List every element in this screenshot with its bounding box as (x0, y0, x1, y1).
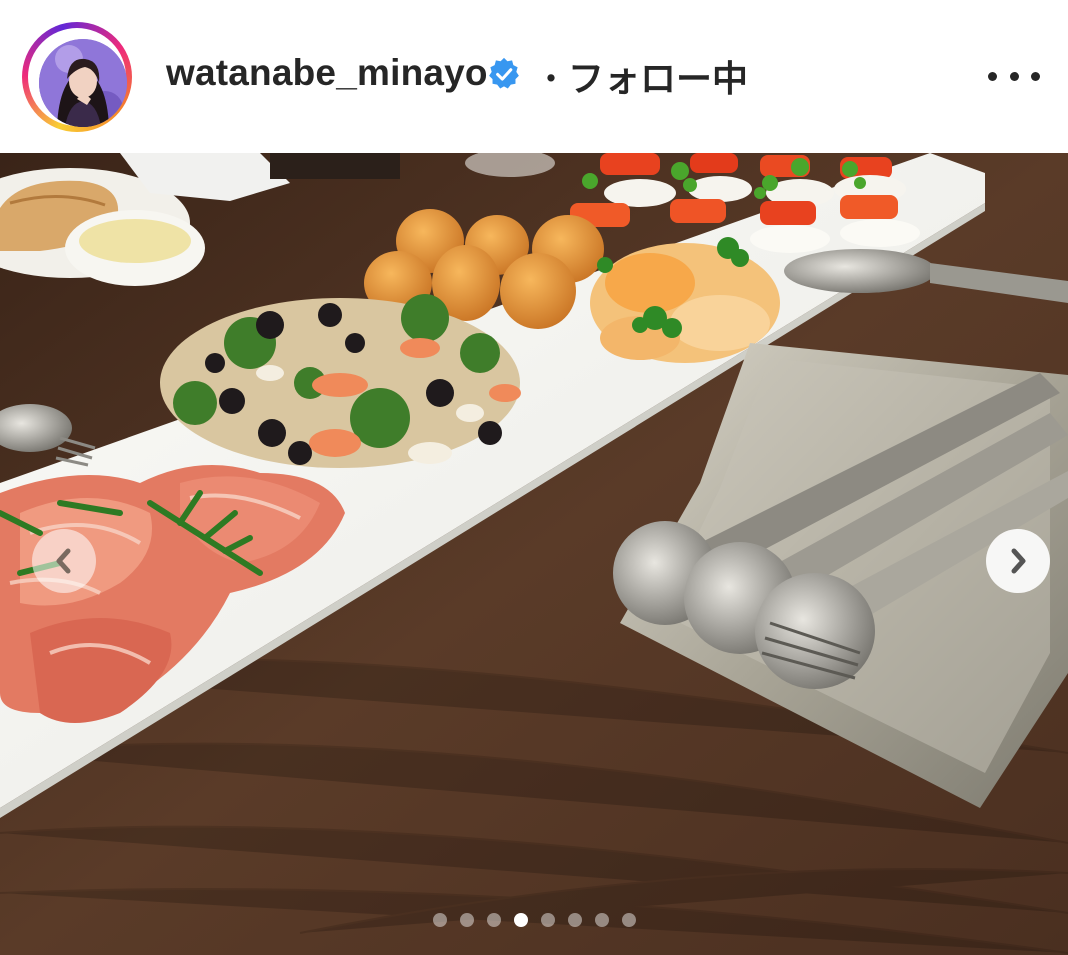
following-button[interactable]: フォロー中 (568, 50, 748, 102)
verified-badge-icon (489, 57, 519, 89)
instagram-post: watanabe_minayo ・ フォロー中 (0, 0, 1068, 955)
carousel-dot (567, 913, 582, 927)
story-ring[interactable] (22, 22, 132, 132)
carousel-dot (486, 913, 501, 927)
carousel-next-button[interactable] (986, 529, 1050, 593)
chevron-left-icon (56, 548, 71, 574)
carousel-indicator (0, 910, 1068, 930)
carousel-dot (513, 913, 528, 927)
carousel-dot (459, 913, 474, 927)
carousel-dot (432, 913, 447, 927)
food-photo (0, 153, 1068, 955)
carousel-dot (594, 913, 609, 927)
separator-dot: ・ (534, 61, 568, 99)
post-image[interactable] (0, 153, 1068, 955)
carousel-dot (540, 913, 555, 927)
carousel-dot (621, 913, 636, 927)
carousel-prev-button[interactable] (32, 529, 96, 593)
post-header: watanabe_minayo ・ フォロー中 (0, 0, 1068, 153)
more-options-icon[interactable] (988, 58, 1040, 94)
chevron-right-icon (1011, 548, 1026, 574)
profile-avatar[interactable] (39, 39, 127, 127)
avatar-portrait (39, 39, 127, 127)
username-link[interactable]: watanabe_minayo (166, 52, 488, 94)
